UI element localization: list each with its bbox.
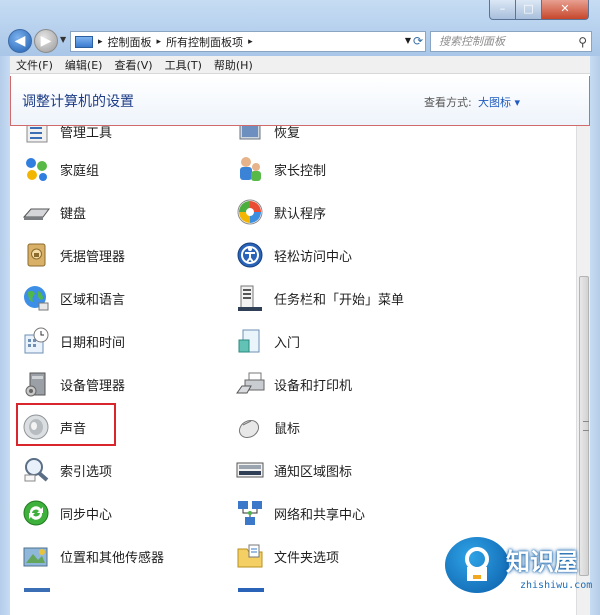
breadcrumb-separator-icon[interactable]: ▸ [98,37,103,47]
taskbar-start-menu-icon [235,283,265,313]
menu-help[interactable]: 帮助(H) [208,57,259,73]
devices-printers-icon [235,369,265,399]
search-input[interactable]: 搜索控制面板 ⚲ [430,31,592,52]
page-header: 调整计算机的设置 查看方式: 大图标 ▾ [10,76,590,126]
menu-file[interactable]: 文件(F) [10,57,59,73]
menu-edit[interactable]: 编辑(E) [59,57,109,73]
item-device-manager[interactable]: 设备管理器 [21,364,125,404]
folder-options-icon [235,541,265,571]
next-row-icon-partial [24,588,50,592]
item-sync-center[interactable]: 同步中心 [21,493,112,533]
item-keyboard[interactable]: 键盘 [21,192,86,232]
item-taskbar-start-menu[interactable]: 任务栏和「开始」菜单 [235,278,404,318]
watermark-url: zhishiwu.com [520,580,593,591]
parental-controls-icon [235,154,265,184]
search-placeholder: 搜索控制面板 [439,35,505,48]
site-watermark: 知识屋 zhishiwu.com [430,520,600,615]
recent-pages-dropdown[interactable]: ▼ [60,35,66,44]
menu-tools[interactable]: 工具(T) [159,57,208,73]
view-mode-dropdown[interactable]: 大图标 ▾ [478,94,520,110]
item-network-sharing[interactable]: 网络和共享中心 [235,493,365,533]
refresh-icon[interactable]: ⟳ [413,34,423,48]
notification-icons-icon [235,455,265,485]
maximize-button[interactable]: □ [515,0,542,20]
item-folder-options[interactable]: 文件夹选项 [235,536,339,576]
getting-started-icon [235,326,265,356]
breadcrumb-all-items[interactable]: 所有控制面板项 [166,34,243,50]
minimize-button[interactable]: – [489,0,516,20]
date-time-icon [21,326,51,356]
ease-of-access-icon [235,240,265,270]
region-language-icon [21,283,51,313]
keyboard-icon [21,197,51,227]
control-panel-icon [75,35,93,48]
credential-manager-icon [21,240,51,270]
menu-view[interactable]: 查看(V) [108,57,158,73]
close-button[interactable]: ✕ [541,0,589,20]
watermark-logo-icon [442,534,512,596]
item-default-programs[interactable]: 默认程序 [235,192,326,232]
item-mouse[interactable]: 鼠标 [235,407,300,447]
item-admin-tools[interactable]: 管理工具 [21,126,112,151]
mouse-icon [235,412,265,442]
item-devices-printers[interactable]: 设备和打印机 [235,364,352,404]
device-manager-icon [21,369,51,399]
sync-center-icon [21,498,51,528]
breadcrumb-control-panel[interactable]: 控制面板 [108,34,152,50]
item-parental-controls[interactable]: 家长控制 [235,149,326,189]
breadcrumb-separator-icon[interactable]: ▸ [157,37,162,47]
watermark-title: 知识屋 [506,548,578,576]
menu-bar: 文件(F) 编辑(E) 查看(V) 工具(T) 帮助(H) [10,56,590,74]
address-dropdown-icon[interactable]: ▼ [405,36,411,45]
item-recovery[interactable]: 恢复 [235,126,300,151]
admin-tools-icon [21,126,51,146]
window-frame-left [0,56,10,615]
window-titlebar: – □ ✕ ◀ ▶ ▼ ▸ 控制面板 ▸ 所有控制面板项 ▸ ▼ ⟳ 搜索控制面… [0,0,600,56]
item-indexing-options[interactable]: 索引选项 [21,450,112,490]
sound-highlight-box [16,403,116,446]
item-region-language[interactable]: 区域和语言 [21,278,125,318]
breadcrumb-separator-icon[interactable]: ▸ [248,37,253,47]
search-icon[interactable]: ⚲ [578,33,587,52]
default-programs-icon [235,197,265,227]
item-credential-manager[interactable]: 凭据管理器 [21,235,125,275]
item-notification-icons[interactable]: 通知区域图标 [235,450,352,490]
page-title: 调整计算机的设置 [22,94,134,110]
homegroup-icon [21,154,51,184]
address-bar[interactable]: ▸ 控制面板 ▸ 所有控制面板项 ▸ ▼ ⟳ [70,31,426,52]
item-homegroup[interactable]: 家庭组 [21,149,99,189]
item-ease-of-access[interactable]: 轻松访问中心 [235,235,352,275]
location-sensors-icon [21,541,51,571]
view-mode-label: 查看方式: [424,96,472,109]
network-sharing-icon [235,498,265,528]
forward-button[interactable]: ▶ [34,29,58,53]
back-button[interactable]: ◀ [8,29,32,53]
indexing-options-icon [21,455,51,485]
scrollbar-grip-icon [583,421,589,431]
next-row-icon-partial [238,588,264,592]
item-date-time[interactable]: 日期和时间 [21,321,125,361]
item-location-sensors[interactable]: 位置和其他传感器 [21,536,164,576]
recovery-icon [235,126,265,146]
item-getting-started[interactable]: 入门 [235,321,300,361]
